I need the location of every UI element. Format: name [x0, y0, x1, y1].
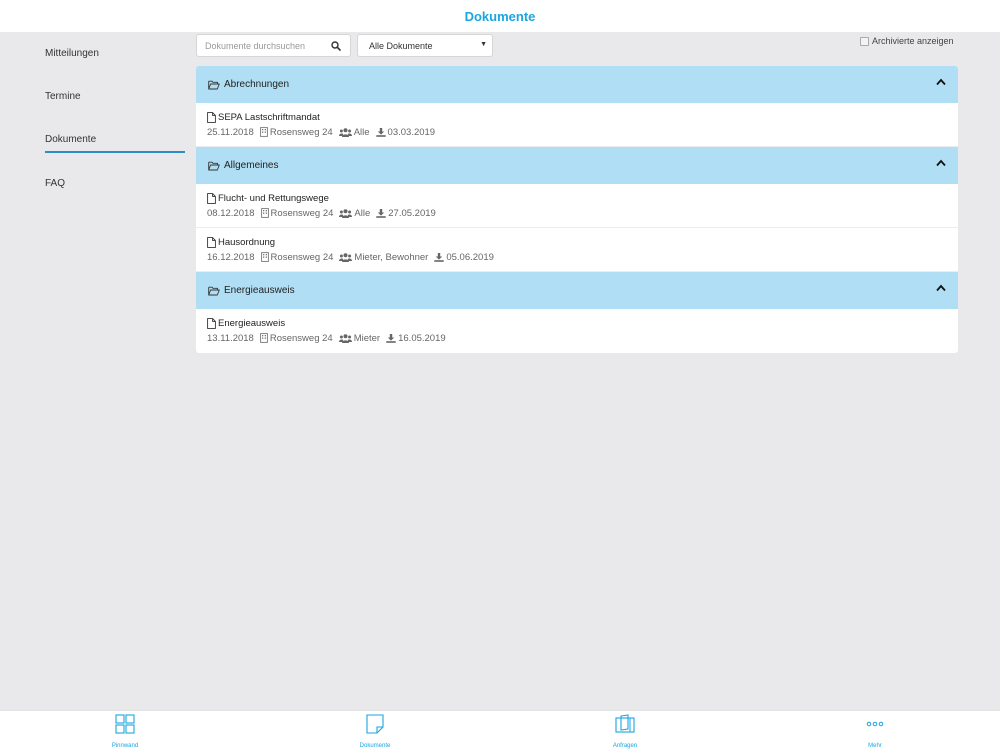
- building-icon: [259, 333, 268, 343]
- document-audience: Alle: [354, 207, 371, 219]
- document-name: Energieausweis: [218, 318, 286, 329]
- group-title: Energieausweis: [224, 285, 295, 296]
- group-header-energieausweis[interactable]: Energieausweis: [196, 272, 958, 309]
- sidebar-item-dokumente[interactable]: Dokumente: [45, 134, 185, 153]
- page-title: Dokumente: [464, 8, 536, 24]
- document-audience: Alle: [353, 126, 370, 138]
- users-icon: [339, 208, 353, 218]
- document-name: Flucht- und Rettungswege: [218, 193, 329, 204]
- folder-open-icon: [208, 161, 220, 171]
- chevron-up-icon[interactable]: [936, 284, 946, 295]
- document-date: 16.12.2018: [207, 251, 255, 263]
- document-list: Abrechnungen SEPA Lastschriftmandat 25.1…: [196, 66, 958, 353]
- document-row[interactable]: Flucht- und Rettungswege 08.12.2018 Rose…: [196, 184, 958, 228]
- group-header-abrechnungen[interactable]: Abrechnungen: [196, 66, 958, 103]
- archived-label: Archivierte anzeigen: [872, 36, 954, 46]
- document-audience: Mieter: [353, 332, 381, 344]
- document-building: Rosensweg 24: [270, 207, 334, 219]
- file-icon: [207, 237, 216, 248]
- building-icon: [259, 127, 268, 137]
- document-building: Rosensweg 24: [269, 126, 333, 138]
- tab-label: Anfragen: [612, 743, 638, 749]
- download-icon: [434, 252, 445, 262]
- document-name: SEPA Lastschriftmandat: [218, 112, 320, 123]
- document-date: 08.12.2018: [207, 207, 255, 219]
- document-download-date: 27.05.2019: [388, 207, 436, 219]
- folder-open-icon: [208, 80, 220, 90]
- grid-icon: [115, 714, 135, 739]
- document-name: Hausordnung: [218, 237, 276, 248]
- top-bar: Dokumente: [0, 0, 1000, 32]
- document-download-date: 03.03.2019: [387, 126, 436, 138]
- tab-label: Dokumente: [359, 743, 391, 749]
- tab-anfragen[interactable]: Anfragen: [585, 714, 665, 749]
- document-audience: Mieter, Bewohner: [354, 251, 429, 263]
- more-icon: [865, 714, 885, 739]
- sidebar-item-faq[interactable]: FAQ: [45, 178, 185, 189]
- document-filter-value: Alle Dokumente: [369, 40, 433, 51]
- document-filter-select[interactable]: Alle Dokumente ▼: [357, 34, 493, 57]
- document-download-date: 05.06.2019: [446, 251, 494, 263]
- tab-pinnwand[interactable]: Pinnwand: [85, 714, 165, 749]
- users-icon: [338, 127, 352, 137]
- tab-bar: Pinnwand Dokumente Anfragen Mehr: [0, 710, 1000, 750]
- document-building: Rosensweg 24: [270, 251, 334, 263]
- document-row[interactable]: Hausordnung 16.12.2018 Rosensweg 24 Miet…: [196, 228, 958, 272]
- sidebar-item-termine[interactable]: Termine: [45, 91, 185, 102]
- sidebar: Mitteilungen Termine Dokumente FAQ: [0, 32, 190, 710]
- search-box: [196, 34, 351, 57]
- tab-dokumente[interactable]: Dokumente: [335, 714, 415, 749]
- building-icon: [260, 208, 269, 218]
- document-date: 13.11.2018: [207, 332, 254, 344]
- document-row[interactable]: Energieausweis 13.11.2018 Rosensweg 24 M…: [196, 309, 958, 353]
- document-icon: [365, 714, 385, 739]
- document-building: Rosensweg 24: [269, 332, 333, 344]
- chevron-up-icon[interactable]: [936, 78, 946, 89]
- tab-label: Pinnwand: [111, 743, 139, 749]
- search-input[interactable]: [197, 40, 327, 51]
- building-icon: [260, 252, 269, 262]
- users-icon: [338, 333, 352, 343]
- caret-down-icon: ▼: [480, 41, 487, 48]
- download-icon: [375, 127, 386, 137]
- document-download-date: 16.05.2019: [398, 332, 446, 344]
- tab-mehr[interactable]: Mehr: [835, 714, 915, 749]
- group-title: Allgemeines: [224, 160, 279, 171]
- archived-toggle[interactable]: Archivierte anzeigen: [860, 36, 954, 46]
- group-title: Abrechnungen: [224, 79, 290, 90]
- group-header-allgemeines[interactable]: Allgemeines: [196, 147, 958, 184]
- file-icon: [207, 318, 216, 329]
- file-icon: [207, 112, 216, 123]
- archived-checkbox[interactable]: [860, 36, 869, 46]
- download-icon: [386, 333, 396, 343]
- download-icon: [376, 208, 386, 218]
- users-icon: [339, 252, 353, 262]
- search-icon[interactable]: [327, 37, 345, 55]
- document-row[interactable]: SEPA Lastschriftmandat 25.11.2018 Rosens…: [196, 103, 958, 147]
- chevron-up-icon[interactable]: [936, 159, 946, 170]
- document-date: 25.11.2018: [207, 126, 254, 138]
- sidebar-item-mitteilungen[interactable]: Mitteilungen: [45, 48, 185, 59]
- tab-label: Mehr: [868, 743, 882, 749]
- file-icon: [207, 193, 216, 204]
- inquiry-icon: [615, 714, 635, 739]
- folder-open-icon: [208, 286, 220, 296]
